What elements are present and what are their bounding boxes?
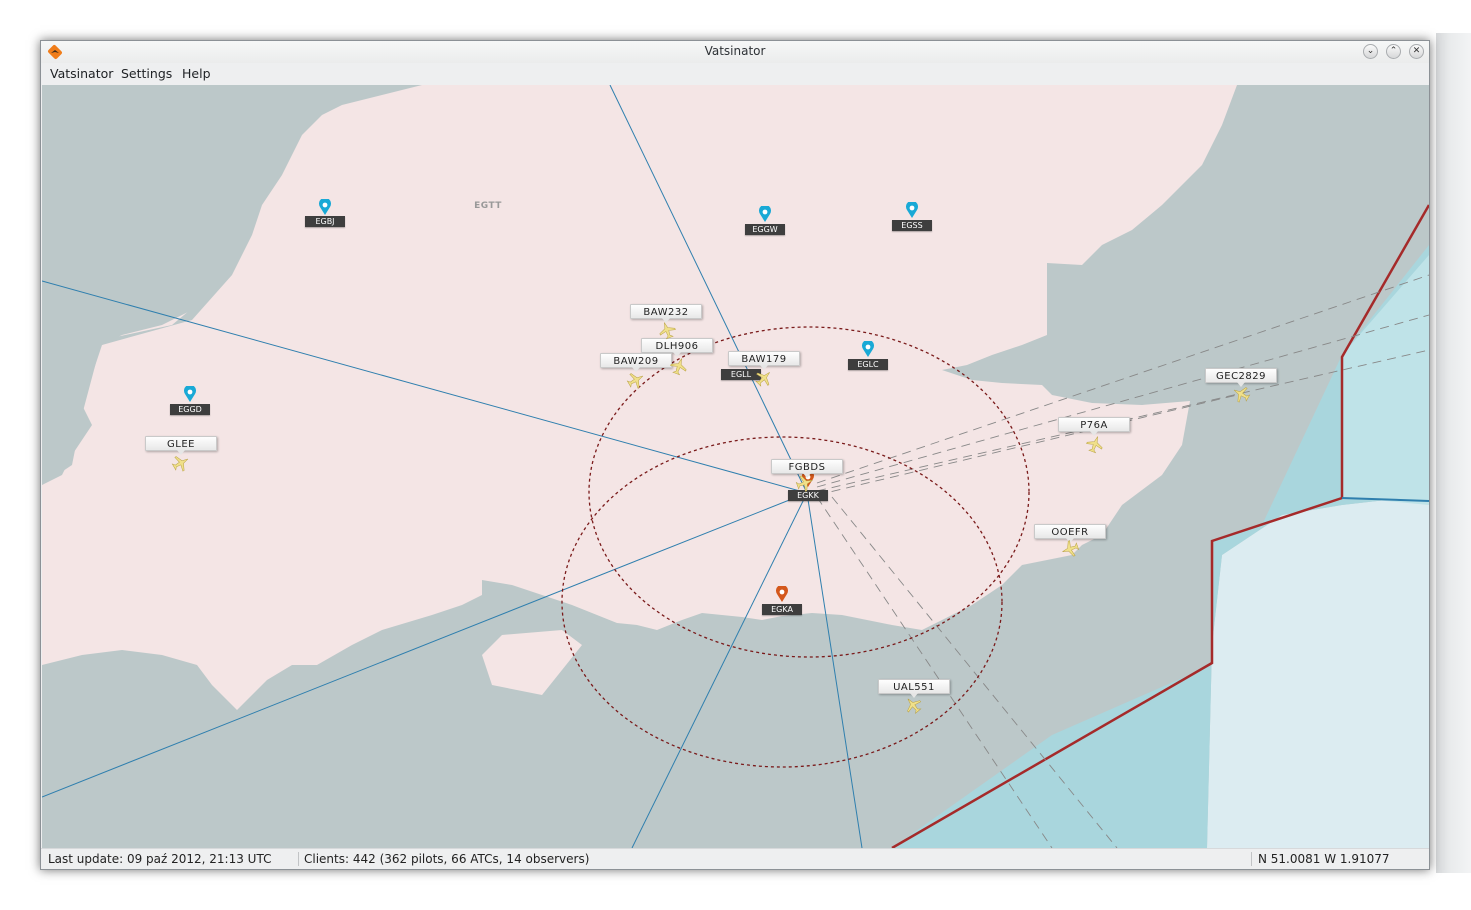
flight-label-fgbds[interactable]: FGBDS bbox=[771, 459, 843, 478]
airplane-icon[interactable] bbox=[1060, 539, 1080, 559]
airport-label-egss[interactable]: EGSS bbox=[892, 220, 932, 231]
flight-label-dlh906[interactable]: DLH906 bbox=[641, 338, 713, 357]
menu-vatsinator[interactable]: Vatsinator bbox=[50, 66, 113, 81]
menu-settings[interactable]: Settings bbox=[121, 66, 172, 81]
airplane-icon[interactable] bbox=[795, 473, 815, 493]
app-window: Vatsinator ⌄ ⌃ ✕ Vatsinator Settings Hel… bbox=[40, 40, 1430, 870]
status-bar: Last update: 09 paź 2012, 21:13 UTC Clie… bbox=[41, 848, 1429, 869]
flight-label-gec2829[interactable]: GEC2829 bbox=[1205, 368, 1277, 387]
airplane-icon[interactable] bbox=[626, 370, 646, 390]
flight-label-baw179[interactable]: BAW179 bbox=[728, 351, 800, 370]
airplane-icon[interactable] bbox=[657, 320, 677, 340]
airport-marker-orange-icon[interactable] bbox=[775, 586, 789, 602]
chevron-down-icon: ⌄ bbox=[1366, 46, 1375, 56]
fir-label-egtt[interactable]: EGTT bbox=[474, 201, 502, 211]
airport-label-egbj[interactable]: EGBJ bbox=[305, 216, 345, 227]
airport-label-eglc[interactable]: EGLC bbox=[848, 359, 888, 370]
airport-marker-blue-icon[interactable] bbox=[861, 341, 875, 357]
sea-area-light bbox=[1207, 495, 1429, 848]
map-canvas bbox=[42, 85, 1429, 848]
airplane-icon[interactable] bbox=[1231, 384, 1251, 404]
window-title: Vatsinator bbox=[704, 44, 766, 58]
flight-label-ual551[interactable]: UAL551 bbox=[878, 679, 950, 698]
airplane-icon[interactable] bbox=[1085, 434, 1105, 454]
airport-marker-blue-icon[interactable] bbox=[183, 386, 197, 402]
menubar: Vatsinator Settings Help bbox=[41, 63, 1429, 85]
close-icon: ✕ bbox=[1412, 46, 1421, 56]
minimize-button[interactable]: ⌄ bbox=[1363, 44, 1378, 59]
flight-label-ooefr[interactable]: OOEFR bbox=[1034, 524, 1106, 543]
airplane-icon[interactable] bbox=[171, 453, 191, 473]
airport-marker-blue-icon[interactable] bbox=[758, 206, 772, 222]
flight-label-baw209[interactable]: BAW209 bbox=[600, 353, 672, 372]
flight-label-p76a[interactable]: P76A bbox=[1058, 417, 1130, 436]
airport-marker-blue-icon[interactable] bbox=[318, 199, 332, 215]
chevron-up-icon: ⌃ bbox=[1389, 46, 1398, 56]
close-button[interactable]: ✕ bbox=[1409, 44, 1424, 59]
airport-label-eggw[interactable]: EGGW bbox=[745, 224, 785, 235]
clients-count-text: Clients: 442 (362 pilots, 66 ATCs, 14 ob… bbox=[304, 852, 590, 866]
desktop-background-strip bbox=[1436, 33, 1471, 873]
airport-marker-blue-icon[interactable] bbox=[905, 202, 919, 218]
airport-label-eggd[interactable]: EGGD bbox=[170, 404, 210, 415]
airplane-icon[interactable] bbox=[903, 695, 923, 715]
flight-label-baw232[interactable]: BAW232 bbox=[630, 304, 702, 323]
airplane-icon[interactable] bbox=[669, 356, 689, 376]
status-separator bbox=[1251, 852, 1252, 866]
map-view[interactable]: EGTT EGBJ EGGW EGSS EGLC EGGD EGLL EGKK … bbox=[42, 85, 1429, 848]
airport-label-egka[interactable]: EGKA bbox=[762, 604, 802, 615]
status-separator bbox=[298, 852, 299, 866]
cursor-coordinates-text: N 51.0081 W 1.91077 bbox=[1258, 852, 1390, 866]
menu-help[interactable]: Help bbox=[182, 66, 211, 81]
airplane-icon[interactable] bbox=[754, 368, 774, 388]
last-update-text: Last update: 09 paź 2012, 21:13 UTC bbox=[48, 852, 272, 866]
flight-label-glee[interactable]: GLEE bbox=[145, 436, 217, 455]
titlebar[interactable]: Vatsinator ⌄ ⌃ ✕ bbox=[41, 41, 1429, 63]
maximize-button[interactable]: ⌃ bbox=[1386, 44, 1401, 59]
